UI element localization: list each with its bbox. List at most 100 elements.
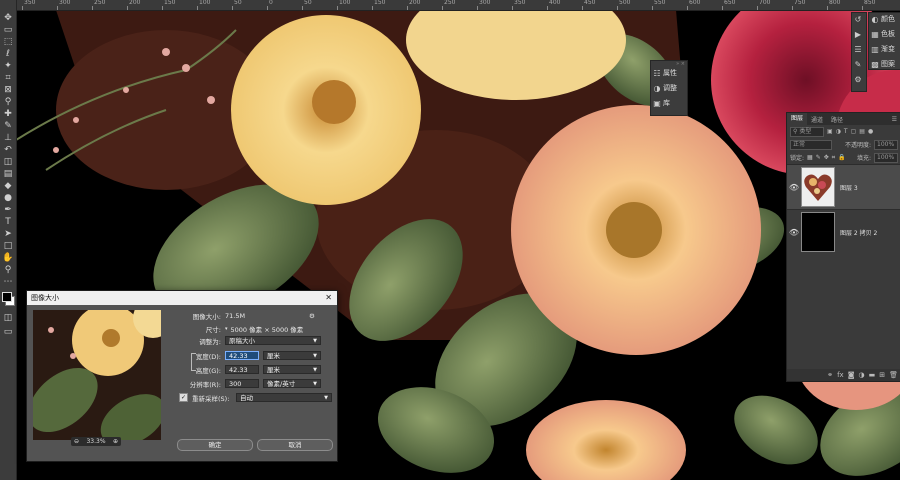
eraser-tool-icon[interactable]: ◫ xyxy=(0,156,16,168)
settings-gear-icon[interactable]: ⚙ xyxy=(309,312,315,320)
properties-adjustments-panel-strip: » × ☷ 属性 ◑ 调整 ▣ 库 xyxy=(650,60,688,116)
color-panel-button[interactable]: ◐ 颜色 xyxy=(869,13,900,25)
resample-checkbox[interactable]: ✓ xyxy=(179,393,188,402)
panel-menu-icon[interactable]: ☰ xyxy=(888,116,900,123)
layer-name[interactable]: 图层 3 xyxy=(840,183,858,192)
shape-tool-icon[interactable]: □ xyxy=(0,240,16,252)
tool-presets-panel-button[interactable]: ⚙ xyxy=(852,73,866,85)
resolution-unit-dropdown[interactable]: 像素/英寸 ▼ xyxy=(263,379,321,388)
history-panel-button[interactable]: ↺ xyxy=(852,13,866,25)
fx-icon[interactable]: fx xyxy=(837,371,844,379)
background-color-swatch[interactable] xyxy=(2,292,12,302)
lock-all-icon[interactable]: 🔒 xyxy=(838,154,845,161)
gradients-panel-button[interactable]: ▥ 渐变 xyxy=(869,43,900,55)
tab-layers[interactable]: 图层 xyxy=(787,113,808,125)
more-tools-icon[interactable]: ⋯ xyxy=(0,276,16,288)
filter-smart-object-icon[interactable]: ▤ xyxy=(859,128,865,135)
pen-tool-icon[interactable]: ✒ xyxy=(0,204,16,216)
crop-tool-icon[interactable]: ⌗ xyxy=(0,72,16,84)
blend-mode-dropdown[interactable]: 正常 xyxy=(790,139,832,150)
magic-wand-tool-icon[interactable]: ✦ xyxy=(0,60,16,72)
quick-mask-icon[interactable]: ◫ xyxy=(0,312,16,324)
marquee-tool-icon[interactable]: ⬚ xyxy=(0,36,16,48)
filter-toggle-icon[interactable]: ● xyxy=(868,128,873,135)
healing-brush-tool-icon[interactable]: ✚ xyxy=(0,108,16,120)
width-unit-dropdown[interactable]: 厘米 ▼ xyxy=(263,351,321,360)
adjustments-panel-button[interactable]: ◑ 调整 xyxy=(651,82,687,94)
blur-tool-icon[interactable]: ◆ xyxy=(0,180,16,192)
cancel-button[interactable]: 取消 xyxy=(257,439,333,451)
dimensions-dropdown-icon[interactable]: ▾ xyxy=(225,326,228,332)
brush-settings-icon: ✎ xyxy=(854,59,862,69)
chevron-down-icon: ▼ xyxy=(313,353,317,359)
path-selection-tool-icon[interactable]: ➤ xyxy=(0,228,16,240)
layer-row[interactable]: 👁 图层 3 xyxy=(787,164,900,209)
frame-tool-icon[interactable]: ⊠ xyxy=(0,84,16,96)
tab-paths[interactable]: 路径 xyxy=(827,115,847,124)
adjustment-layer-icon[interactable]: ◑ xyxy=(859,371,865,379)
move-tool-icon[interactable]: ✥ xyxy=(0,12,16,24)
ok-button[interactable]: 确定 xyxy=(177,439,253,451)
history-brush-tool-icon[interactable]: ↶ xyxy=(0,144,16,156)
filter-pixel-icon[interactable]: ▣ xyxy=(827,128,833,135)
mask-icon[interactable]: ◙ xyxy=(848,371,855,379)
layer-name[interactable]: 图层 2 拷贝 2 xyxy=(840,228,877,237)
filter-shape-icon[interactable]: ▢ xyxy=(851,128,857,135)
zoom-tool-icon[interactable]: ⚲ xyxy=(0,264,16,276)
delete-layer-icon[interactable]: 🗑 xyxy=(889,371,898,379)
actions-panel-button[interactable]: ☰ xyxy=(852,43,866,55)
visibility-eye-icon[interactable]: 👁 xyxy=(787,183,801,192)
filter-type-icon[interactable]: T xyxy=(844,128,848,135)
ruler-tick-label: 700 xyxy=(759,0,771,6)
fit-to-dropdown[interactable]: 原稿大小 ▼ xyxy=(225,336,321,345)
close-icon[interactable]: ✕ xyxy=(325,291,332,305)
ruler-tick-label: 200 xyxy=(129,0,141,6)
link-layers-icon[interactable]: ⚭ xyxy=(827,371,833,379)
lock-position-icon[interactable]: ✥ xyxy=(824,154,829,161)
height-input[interactable]: 42.33 xyxy=(225,365,259,374)
brush-tool-icon[interactable]: ✎ xyxy=(0,120,16,132)
dialog-titlebar[interactable]: 图像大小 ✕ xyxy=(27,291,337,305)
gradient-tool-icon[interactable]: ▤ xyxy=(0,168,16,180)
resample-label[interactable]: 重新采样(S): xyxy=(192,393,236,403)
lock-image-icon[interactable]: ✎ xyxy=(816,154,821,161)
libraries-panel-button[interactable]: ▣ 库 xyxy=(651,97,687,109)
filter-adjustment-icon[interactable]: ◑ xyxy=(836,128,841,135)
layer-filter-dropdown[interactable]: ⚲ 类型 xyxy=(790,126,824,137)
toolbar-grip[interactable] xyxy=(0,0,16,12)
fill-input[interactable]: 100% xyxy=(874,152,898,163)
new-layer-icon[interactable]: ⊞ xyxy=(879,371,885,379)
ruler-tick-mark xyxy=(232,6,233,10)
screen-mode-icon[interactable]: ▭ xyxy=(0,326,16,338)
patterns-panel-button[interactable]: ▩ 图案 xyxy=(869,58,900,70)
opacity-input[interactable]: 100% xyxy=(874,139,898,150)
lock-transparent-icon[interactable]: ▦ xyxy=(807,154,813,161)
lock-artboard-icon[interactable]: ⌗ xyxy=(832,154,835,162)
image-preview[interactable] xyxy=(33,310,161,440)
eyedropper-tool-icon[interactable]: ⚲ xyxy=(0,96,16,108)
clone-stamp-tool-icon[interactable]: ⊥ xyxy=(0,132,16,144)
play-panel-button[interactable]: ▶ xyxy=(852,28,866,40)
zoom-in-icon[interactable]: ⊕ xyxy=(113,438,118,445)
layer-row[interactable]: 👁 图层 2 拷贝 2 xyxy=(787,209,900,254)
properties-panel-button[interactable]: ☷ 属性 xyxy=(651,67,687,79)
type-tool-icon[interactable]: T xyxy=(0,216,16,228)
swatches-panel-button[interactable]: ▦ 色板 xyxy=(869,28,900,40)
layer-filter-row: ⚲ 类型 ▣ ◑ T ▢ ▤ ● xyxy=(787,125,900,138)
visibility-eye-icon[interactable]: 👁 xyxy=(787,228,801,237)
tab-channels[interactable]: 通道 xyxy=(807,115,827,124)
artboard-tool-icon[interactable]: ▭ xyxy=(0,24,16,36)
ruler-tick-mark xyxy=(617,6,618,10)
resolution-input[interactable]: 300 xyxy=(225,379,259,388)
width-input[interactable]: 42.33 xyxy=(225,351,259,360)
dodge-tool-icon[interactable]: ● xyxy=(0,192,16,204)
resample-dropdown[interactable]: 自动 ▼ xyxy=(236,393,332,402)
zoom-out-icon[interactable]: ⊖ xyxy=(74,438,79,445)
brush-settings-panel-button[interactable]: ✎ xyxy=(852,58,866,70)
hand-tool-icon[interactable]: ✋ xyxy=(0,252,16,264)
height-unit-dropdown[interactable]: 厘米 ▼ xyxy=(263,365,321,374)
lasso-tool-icon[interactable]: ℓ xyxy=(0,48,16,60)
group-icon[interactable]: ▬ xyxy=(869,371,876,379)
constrain-proportions-link-icon[interactable] xyxy=(191,353,196,371)
panel-button-label: 调整 xyxy=(663,84,677,92)
